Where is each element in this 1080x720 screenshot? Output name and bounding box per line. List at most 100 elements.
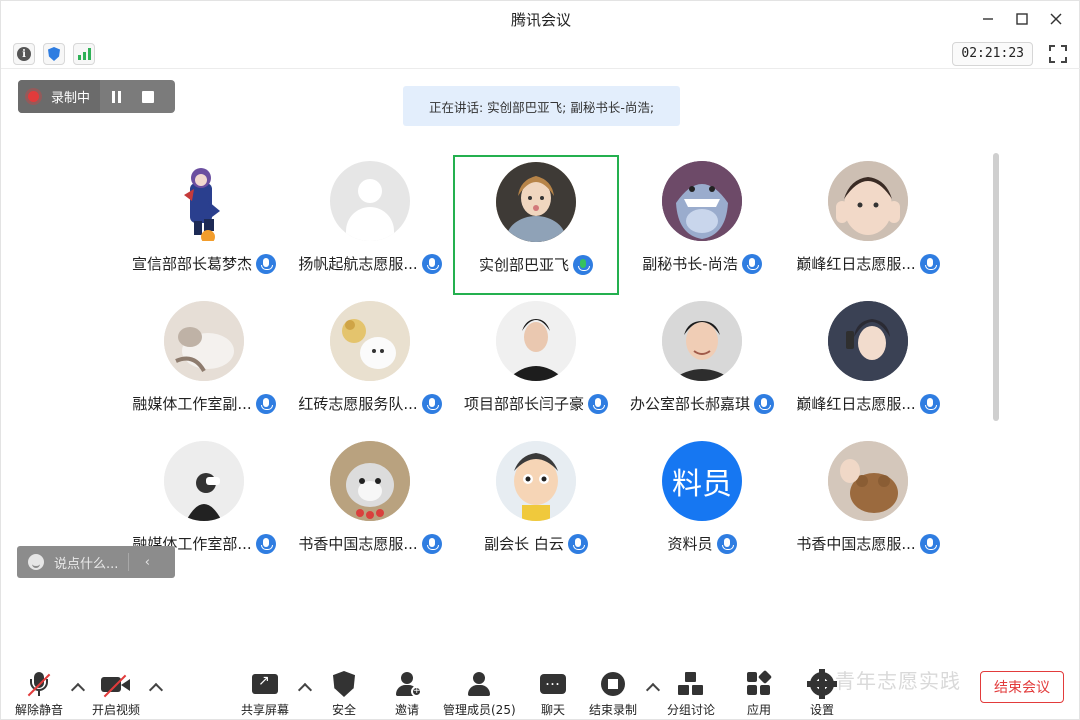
security-button[interactable]: 安全: [329, 669, 359, 718]
participant-tile[interactable]: 办公室部长郝嘉琪: [619, 291, 785, 431]
avatar: [828, 301, 908, 381]
network-status-button[interactable]: [73, 43, 95, 65]
share-screen-button[interactable]: 共享屏幕: [241, 669, 289, 718]
avatar: [164, 161, 244, 241]
chat-input[interactable]: 说点什么...: [54, 553, 118, 572]
maximize-button[interactable]: [1005, 4, 1039, 34]
recording-bar: 录制中: [18, 80, 175, 113]
close-icon: [1050, 13, 1062, 25]
avatar: [662, 161, 742, 241]
minimize-button[interactable]: [971, 4, 1005, 34]
participant-tile[interactable]: 红砖志愿服务队...: [287, 291, 453, 431]
participant-name: 实创部巴亚飞: [478, 256, 569, 274]
settings-label: 设置: [809, 703, 834, 717]
participant-name: 副会长 白云: [484, 535, 564, 553]
mic-icon: [919, 533, 940, 554]
breakout-rooms-button[interactable]: 分组讨论: [667, 669, 715, 718]
mic-icon: [754, 393, 774, 414]
recording-label: 录制中: [51, 91, 91, 106]
breakout-rooms-icon: [677, 672, 705, 696]
chat-button[interactable]: 聊天: [538, 669, 568, 718]
info-icon: i: [17, 47, 31, 61]
participant-name: 巅峰红日志愿服...: [796, 395, 916, 413]
meeting-timer: 02:21:23: [952, 42, 1033, 66]
end-recording-button[interactable]: 结束录制: [589, 669, 637, 718]
manage-members-label: 管理成员(25): [443, 703, 516, 717]
avatar: [496, 441, 576, 521]
avatar: [164, 441, 244, 521]
mic-icon: [255, 533, 276, 554]
avatar: [330, 441, 410, 521]
apps-icon: [747, 669, 773, 696]
recording-status: 录制中: [18, 80, 101, 113]
participant-name: 融媒体工作室副...: [132, 395, 252, 413]
participant-tile[interactable]: 书香中国志愿服...: [785, 431, 951, 571]
participant-tile[interactable]: 融媒体工作室副...: [121, 291, 287, 431]
shield-icon: [48, 47, 60, 61]
participant-name: 巅峰红日志愿服...: [796, 255, 916, 273]
participant-name: 项目部部长闫子豪: [463, 395, 584, 413]
window-controls: [971, 1, 1073, 37]
participant-name: 红砖志愿服务队...: [298, 395, 418, 413]
mic-icon: [256, 253, 276, 274]
minimize-icon: [983, 18, 993, 20]
invite-button[interactable]: + 邀请: [392, 669, 422, 718]
record-options-chevron-icon[interactable]: [645, 682, 661, 698]
participant-tile[interactable]: 扬帆起航志愿服...: [287, 151, 453, 291]
unmute-label: 解除静音: [15, 703, 64, 717]
participant-tile-speaking[interactable]: 实创部巴亚飞: [453, 155, 619, 295]
mic-active-icon: [573, 254, 593, 275]
avatar: [828, 441, 908, 521]
fullscreen-button[interactable]: [1049, 45, 1067, 63]
start-video-button[interactable]: 开启视频: [92, 669, 140, 718]
share-options-chevron-icon[interactable]: [297, 682, 313, 698]
unmute-button[interactable]: 解除静音: [15, 669, 63, 718]
end-meeting-button[interactable]: 结束会议: [980, 671, 1064, 703]
pause-recording-button[interactable]: [100, 80, 132, 113]
close-button[interactable]: [1039, 4, 1073, 34]
participant-tile[interactable]: 宣信部部长葛梦杰: [121, 151, 287, 291]
video-options-chevron-icon[interactable]: [148, 682, 164, 698]
invite-label: 邀请: [394, 703, 419, 717]
avatar-text: 料员: [662, 441, 742, 521]
add-person-icon: +: [394, 671, 422, 697]
stop-recording-button[interactable]: [132, 80, 164, 113]
participant-tile[interactable]: 巅峰红日志愿服...: [785, 151, 951, 291]
manage-members-button[interactable]: 管理成员(25): [443, 669, 516, 718]
share-screen-icon: [252, 673, 278, 694]
stop-record-icon: [601, 672, 625, 696]
participant-tile[interactable]: 料员 资料员: [619, 431, 785, 571]
security-status-button[interactable]: [43, 43, 65, 65]
start-video-label: 开启视频: [92, 703, 141, 717]
meeting-info-button[interactable]: i: [13, 43, 35, 65]
apps-button[interactable]: 应用: [744, 669, 774, 718]
chat-label: 聊天: [540, 703, 565, 717]
audio-options-chevron-icon[interactable]: [70, 682, 86, 698]
avatar: [662, 301, 742, 381]
participant-grid: 宣信部部长葛梦杰 扬帆起航志愿服... 实创部巴亚飞 副秘书长-尚浩 巅峰红日志…: [121, 151, 953, 571]
participant-name: 资料员: [667, 535, 713, 553]
emoji-icon[interactable]: [28, 554, 44, 570]
grid-scrollbar[interactable]: [993, 153, 999, 421]
participant-name: 扬帆起航志愿服...: [298, 255, 418, 273]
avatar: [496, 162, 576, 242]
participant-tile[interactable]: 副秘书长-尚浩: [619, 151, 785, 291]
mic-icon: [567, 533, 588, 554]
participant-tile[interactable]: 书香中国志愿服...: [287, 431, 453, 571]
participant-tile[interactable]: 巅峰红日志愿服...: [785, 291, 951, 431]
mic-icon: [421, 253, 442, 274]
collapse-chat-icon[interactable]: ‹: [137, 555, 157, 570]
participant-tile[interactable]: 副会长 白云: [453, 431, 619, 571]
avatar: [330, 301, 410, 381]
share-screen-label: 共享屏幕: [241, 703, 290, 717]
participant-name: 书香中国志愿服...: [796, 535, 916, 553]
mic-icon: [919, 253, 940, 274]
mic-icon: [255, 393, 276, 414]
settings-button[interactable]: 设置: [807, 669, 837, 718]
chat-icon: [540, 671, 566, 694]
speaking-banner: 正在讲话: 实创部巴亚飞; 副秘书长-尚浩;: [403, 86, 680, 126]
mic-icon: [919, 393, 940, 414]
chat-input-box[interactable]: 说点什么... ‹: [17, 546, 175, 578]
participant-name: 书香中国志愿服...: [298, 535, 418, 553]
participant-tile[interactable]: 项目部部长闫子豪: [453, 291, 619, 431]
